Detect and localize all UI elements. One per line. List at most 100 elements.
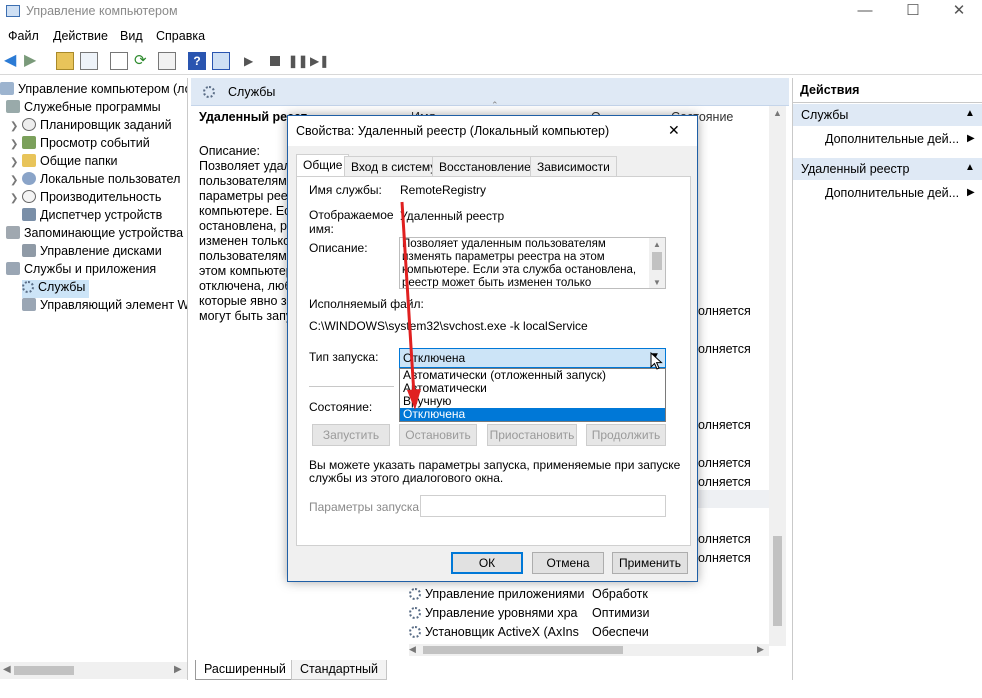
tree-item-device-manager[interactable]: Диспетчер устройств bbox=[22, 208, 162, 226]
tree-item-event-viewer[interactable]: ❯ Просмотр событий bbox=[10, 136, 150, 154]
table-row[interactable]: Установщик ActiveX (AxIns bbox=[409, 625, 579, 639]
actions-group-remote-registry[interactable]: Удаленный реестр ▲ bbox=[793, 158, 982, 180]
tree-item-system-tools[interactable]: Служебные программы bbox=[6, 100, 161, 118]
tree-item-wmi-control[interactable]: Управляющий элемент W bbox=[22, 298, 187, 316]
pause-button[interactable]: Приостановить bbox=[487, 424, 577, 446]
back-icon[interactable]: ◀ bbox=[4, 52, 22, 70]
restart-service-icon[interactable]: ▶❚ bbox=[310, 52, 329, 70]
disk-icon bbox=[22, 244, 36, 257]
apply-button[interactable]: Применить bbox=[612, 552, 688, 574]
description-field-label: Описание: bbox=[309, 241, 368, 255]
tab-general[interactable]: Общие bbox=[296, 154, 350, 176]
tree-item-label: Службы bbox=[38, 280, 86, 294]
scroll-up-icon[interactable]: ▲ bbox=[653, 238, 661, 251]
vscroll-thumb[interactable] bbox=[773, 536, 782, 626]
console-icon[interactable] bbox=[212, 52, 230, 70]
scroll-left-icon[interactable]: ◀ bbox=[409, 644, 416, 655]
title-bar: Управление компьютером — ☐ ✕ bbox=[0, 0, 982, 24]
tree-item-label: Локальные пользовател bbox=[40, 172, 181, 186]
tools-icon bbox=[6, 100, 20, 113]
dialog-close-button[interactable]: ✕ bbox=[668, 122, 680, 139]
scroll-down-icon[interactable]: ▼ bbox=[653, 276, 661, 288]
stop-button[interactable]: Остановить bbox=[399, 424, 477, 446]
tree-root[interactable]: Управление компьютером (лока bbox=[0, 82, 188, 100]
tab-extended[interactable]: Расширенный bbox=[195, 660, 295, 680]
horizontal-scrollbar[interactable]: ◀ ▶ bbox=[409, 644, 769, 656]
tree-item-local-users[interactable]: ❯ Локальные пользовател bbox=[10, 172, 180, 190]
row-name: Установщик ActiveX (AxIns bbox=[425, 625, 579, 639]
gear-icon bbox=[409, 607, 421, 619]
description-line: параметры реест bbox=[199, 189, 300, 203]
resume-button[interactable]: Продолжить bbox=[586, 424, 666, 446]
cancel-button[interactable]: Отмена bbox=[532, 552, 604, 574]
start-service-icon[interactable]: ▶ bbox=[244, 52, 262, 70]
start-params-input[interactable] bbox=[420, 495, 666, 517]
export-icon[interactable] bbox=[158, 52, 176, 70]
chevron-right-icon[interactable]: ❯ bbox=[10, 157, 22, 168]
tree-item-storage[interactable]: Запоминающие устройства bbox=[6, 226, 183, 244]
vertical-scrollbar[interactable]: ▲ bbox=[769, 106, 786, 646]
hscroll-thumb[interactable] bbox=[423, 646, 623, 654]
row-description: Обеспечи bbox=[592, 625, 649, 639]
tree-hscroll-thumb[interactable] bbox=[14, 666, 74, 675]
tree-item-task-scheduler[interactable]: ❯ Планировщик заданий bbox=[10, 118, 172, 136]
scroll-up-icon[interactable]: ▲ bbox=[773, 108, 782, 118]
help-icon[interactable]: ? bbox=[188, 52, 206, 70]
tab-logon[interactable]: Вход в систему bbox=[344, 156, 444, 176]
show-hide-tree-icon[interactable] bbox=[80, 52, 98, 70]
chevron-right-icon[interactable]: ❯ bbox=[10, 193, 22, 204]
tab-dependencies[interactable]: Зависимости bbox=[530, 156, 617, 176]
menu-file[interactable]: Файл bbox=[8, 29, 39, 43]
tree-hscrollbar[interactable]: ◀ ▶ bbox=[0, 662, 187, 679]
pause-service-icon[interactable]: ❚❚ bbox=[288, 52, 308, 70]
tree-item-disk-management[interactable]: Управление дисками bbox=[22, 244, 162, 262]
maximize-button[interactable]: ☐ bbox=[890, 0, 936, 24]
row-name: Управление приложениями bbox=[425, 587, 585, 601]
display-name-label: Отображаемое имя: bbox=[309, 208, 394, 236]
tree-item-services[interactable]: Службы bbox=[22, 280, 90, 298]
description-scroll-thumb[interactable] bbox=[652, 252, 662, 270]
tree-root-label: Управление компьютером (лока bbox=[18, 82, 188, 96]
chevron-right-icon[interactable]: ❯ bbox=[10, 175, 22, 186]
refresh-icon[interactable]: ⟳ bbox=[134, 52, 152, 70]
status-cell: олняется bbox=[698, 532, 751, 546]
collapse-up-icon[interactable]: ▲ bbox=[965, 108, 975, 119]
description-line: пользователям м bbox=[199, 174, 299, 188]
forward-icon[interactable]: ▶ bbox=[24, 52, 42, 70]
tree-item-label: Службы и приложения bbox=[24, 262, 157, 276]
annotation-arrow bbox=[400, 201, 421, 410]
tree-item-performance[interactable]: ❯ Производительность bbox=[10, 190, 161, 208]
menu-action[interactable]: Действие bbox=[53, 29, 108, 43]
clock-icon bbox=[22, 118, 36, 131]
collapse-up-icon[interactable]: ▲ bbox=[965, 162, 975, 173]
tree-item-label: Диспетчер устройств bbox=[40, 208, 163, 222]
menu-view[interactable]: Вид bbox=[120, 29, 143, 43]
gear-icon bbox=[203, 86, 215, 98]
menu-bar: Файл Действие Вид Справка bbox=[0, 26, 982, 46]
start-button[interactable]: Запустить bbox=[312, 424, 390, 446]
stop-service-icon[interactable] bbox=[266, 52, 284, 70]
menu-help[interactable]: Справка bbox=[156, 29, 205, 43]
tree-item-shared-folders[interactable]: ❯ Общие папки bbox=[10, 154, 118, 172]
ok-button[interactable]: ОК bbox=[451, 552, 523, 574]
close-button[interactable]: ✕ bbox=[936, 0, 982, 24]
tab-recovery[interactable]: Восстановление bbox=[432, 156, 538, 176]
action-more-remote-registry[interactable]: Дополнительные дей... ▶ bbox=[793, 182, 982, 204]
chevron-right-icon[interactable]: ❯ bbox=[10, 139, 22, 150]
shared-folder-icon bbox=[22, 154, 36, 167]
table-row[interactable]: Управление приложениями bbox=[409, 587, 584, 601]
action-more-services[interactable]: Дополнительные дей... ▶ bbox=[793, 128, 982, 150]
scroll-left-icon[interactable]: ◀ bbox=[3, 664, 11, 675]
properties-icon[interactable] bbox=[110, 52, 128, 70]
tab-standard[interactable]: Стандартный bbox=[291, 660, 387, 680]
chevron-right-icon[interactable]: ❯ bbox=[10, 121, 22, 132]
tree-item-services-apps[interactable]: Службы и приложения bbox=[6, 262, 156, 280]
up-folder-icon[interactable] bbox=[56, 52, 74, 70]
users-icon bbox=[22, 172, 36, 185]
minimize-button[interactable]: — bbox=[842, 0, 888, 24]
scroll-right-icon[interactable]: ▶ bbox=[757, 644, 764, 655]
description-scrollbar[interactable]: ▲ ▼ bbox=[649, 238, 665, 288]
scroll-right-icon[interactable]: ▶ bbox=[174, 664, 182, 675]
actions-group-services[interactable]: Службы ▲ bbox=[793, 104, 982, 126]
table-row[interactable]: Управление уровнями хра bbox=[409, 606, 578, 620]
